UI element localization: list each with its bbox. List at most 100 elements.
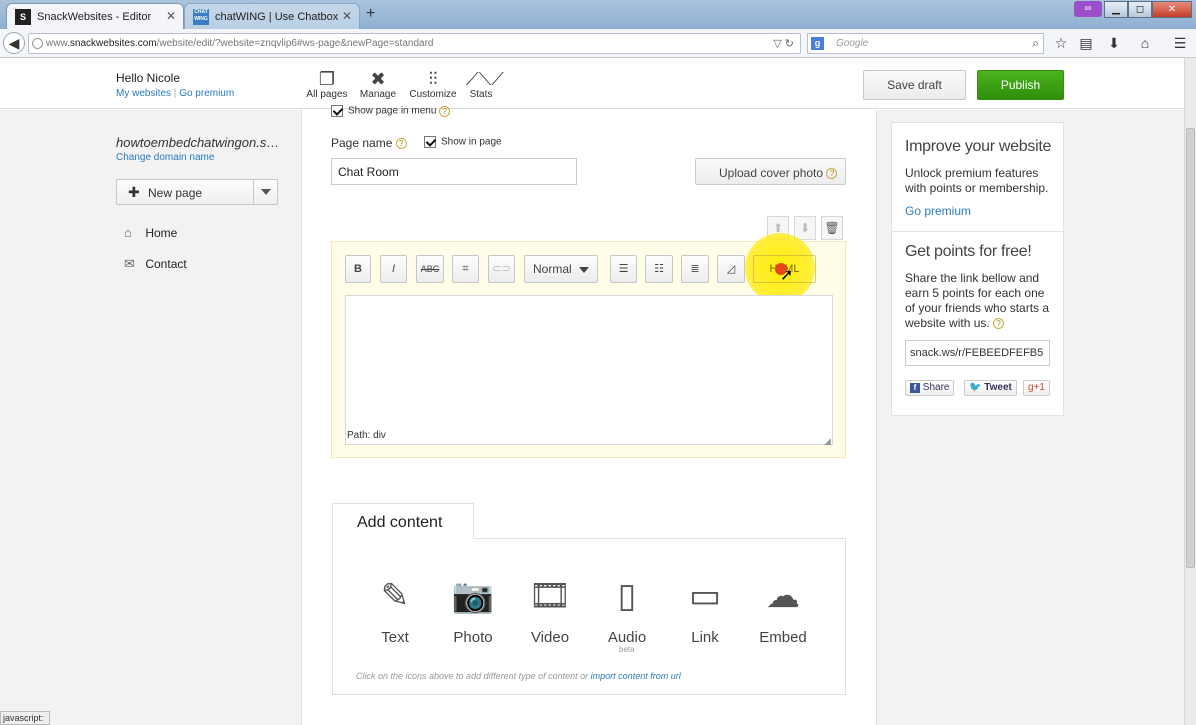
audio-icon: ▯	[617, 577, 637, 615]
chevron-down-icon[interactable]	[261, 189, 271, 195]
add-audio-button[interactable]: ▯ Audio	[597, 575, 657, 646]
manage-button[interactable]: ✖ Manage	[358, 69, 398, 100]
checkbox[interactable]	[424, 136, 436, 148]
label-text: Page name	[331, 136, 393, 150]
plus-icon: ✚	[128, 184, 140, 200]
facebook-share-button[interactable]: f Share	[905, 380, 955, 396]
ordered-list-icon[interactable]: ☰	[610, 255, 637, 283]
upload-cover-photo-button[interactable]: Upload cover photo ?	[695, 158, 846, 185]
strikethrough-button[interactable]: ABC	[416, 255, 444, 283]
add-embed-button[interactable]: ☁ Embed	[753, 575, 813, 646]
image-frame-icon[interactable]: ⌗	[452, 255, 479, 283]
add-content-hint: Click on the icons above to add differen…	[356, 671, 681, 681]
help-icon[interactable]: ?	[395, 138, 407, 150]
new-tab-button[interactable]: +	[366, 5, 375, 23]
editor-content-area[interactable]	[345, 295, 833, 445]
chatwing-favicon: CHAT WING	[193, 8, 209, 25]
checkbox[interactable]	[331, 105, 343, 117]
maximize-button[interactable]: ◻	[1128, 1, 1152, 18]
resize-handle-icon[interactable]: ◢	[824, 436, 831, 447]
home-icon[interactable]: ⌂	[1136, 34, 1154, 52]
page-name-label: Page name ?	[331, 136, 407, 150]
publish-button[interactable]: Publish	[977, 70, 1064, 100]
tool-label: Customize	[409, 89, 457, 100]
app-header: Hello Nicole My websites | Go premium ❐ …	[0, 58, 1184, 109]
change-domain-link[interactable]: Change domain name	[116, 152, 214, 163]
url-bar[interactable]: www.snackwebsites.com/website/edit/?webs…	[28, 33, 801, 54]
url-domain: snackwebsites.com	[69, 38, 157, 49]
bookmark-star-icon[interactable]: ☆	[1052, 34, 1070, 52]
show-in-page-checkbox[interactable]: Show in page	[424, 136, 502, 148]
content-type-label: Link	[691, 629, 719, 646]
close-icon[interactable]: ✕	[342, 9, 352, 23]
improve-text: Unlock premium features with points or m…	[905, 166, 1049, 195]
go-premium-link[interactable]: Go premium	[905, 204, 971, 219]
my-websites-link[interactable]: My websites	[116, 88, 171, 99]
browser-nav-bar: ◀ www.snackwebsites.com/website/edit/?we…	[0, 29, 1196, 58]
window-close-button[interactable]: ✕	[1152, 1, 1192, 18]
new-page-button[interactable]: ✚ New page	[116, 179, 278, 205]
tool-label: Stats	[469, 89, 493, 100]
reload-icon[interactable]: ▽ ↻	[773, 37, 794, 50]
save-draft-button[interactable]: Save draft	[863, 70, 966, 100]
justify-icon[interactable]: ≣	[681, 255, 709, 283]
minimize-button[interactable]: ▁	[1104, 1, 1128, 18]
tweet-button[interactable]: 🐦 Tweet	[964, 380, 1017, 396]
add-content-tab[interactable]: Add content	[332, 503, 474, 539]
sidebar-item-home[interactable]: ⌂ Home	[124, 225, 177, 240]
help-icon[interactable]: ?	[439, 105, 451, 117]
close-icon[interactable]: ✕	[166, 9, 176, 23]
gplus-label: +1	[1033, 382, 1045, 393]
customize-button[interactable]: ⫶⫶ Customize	[407, 69, 459, 100]
all-pages-button[interactable]: ❐ All pages	[305, 69, 349, 100]
help-icon[interactable]: ?	[993, 318, 1005, 330]
bold-button[interactable]: B	[345, 255, 371, 283]
move-down-icon[interactable]: ⬇	[794, 216, 816, 240]
search-icon[interactable]: ⌕	[1032, 36, 1039, 51]
tab-chatwing[interactable]: CHAT WING chatWING | Use Chatbox ✕	[184, 3, 360, 29]
page-name-input[interactable]	[331, 158, 577, 185]
hint-text: Click on the icons above to add differen…	[356, 671, 589, 681]
add-photo-button[interactable]: 📷 Photo	[443, 575, 503, 646]
format-select[interactable]: Normal	[524, 255, 598, 283]
tab-snackwebsites[interactable]: S SnackWebsites - Editor ✕	[6, 3, 184, 29]
link-icon[interactable]: ⊂⊃	[488, 255, 515, 283]
referral-link-field[interactable]: snack.ws/r/FEBEEDFEFB5	[905, 340, 1050, 366]
tab-title: chatWING | Use Chatbox	[215, 10, 339, 23]
add-video-button[interactable]: 🎞 Video	[520, 575, 580, 646]
back-arrow-icon[interactable]: ◀	[3, 32, 25, 54]
go-premium-link[interactable]: Go premium	[179, 88, 234, 99]
show-in-menu-checkbox[interactable]: Show page in menu ?	[331, 105, 451, 117]
search-bar[interactable]: g Google ⌕	[807, 33, 1044, 54]
film-icon: 🎞	[528, 577, 572, 615]
tool-label: Manage	[359, 89, 397, 100]
trash-icon[interactable]: 🗑	[821, 216, 843, 240]
content-type-label: Embed	[759, 629, 807, 646]
search-placeholder: Google	[836, 38, 869, 49]
import-url-link[interactable]: import content from url	[591, 671, 681, 681]
sidebar-item-contact[interactable]: ✉ Contact	[124, 256, 187, 272]
clipboard-icon[interactable]: ▤	[1077, 34, 1095, 52]
google-plus-button[interactable]: g+1	[1023, 380, 1050, 396]
help-icon[interactable]: ?	[826, 168, 838, 180]
pages-icon: ❐	[318, 69, 336, 89]
eraser-icon[interactable]: ◿	[717, 255, 745, 283]
sidebar-item-label: Home	[145, 226, 178, 240]
status-bar: javascript:	[0, 711, 50, 725]
download-icon[interactable]: ⬇	[1105, 34, 1123, 52]
facebook-icon: f	[910, 383, 920, 393]
scrollbar-thumb[interactable]	[1186, 128, 1195, 568]
button-label: Upload cover photo	[719, 166, 824, 180]
tab-title: SnackWebsites - Editor	[37, 10, 152, 23]
add-link-button[interactable]: ▭ Link	[675, 575, 735, 646]
content-type-label: Photo	[453, 629, 493, 646]
add-text-button[interactable]: ✎ Text	[365, 575, 425, 646]
points-text: Share the link bellow and earn 5 points …	[905, 271, 1055, 331]
menu-icon[interactable]: ☰	[1171, 34, 1189, 52]
italic-button[interactable]: I	[380, 255, 407, 283]
mask-icon[interactable]: ∞	[1074, 1, 1102, 17]
stats-button[interactable]: ⟋⟍⟋ Stats	[466, 69, 504, 100]
bullet-list-icon[interactable]: ☷	[645, 255, 673, 283]
editor-path: Path: div	[347, 430, 386, 441]
snackwebsites-favicon: S	[15, 8, 31, 25]
